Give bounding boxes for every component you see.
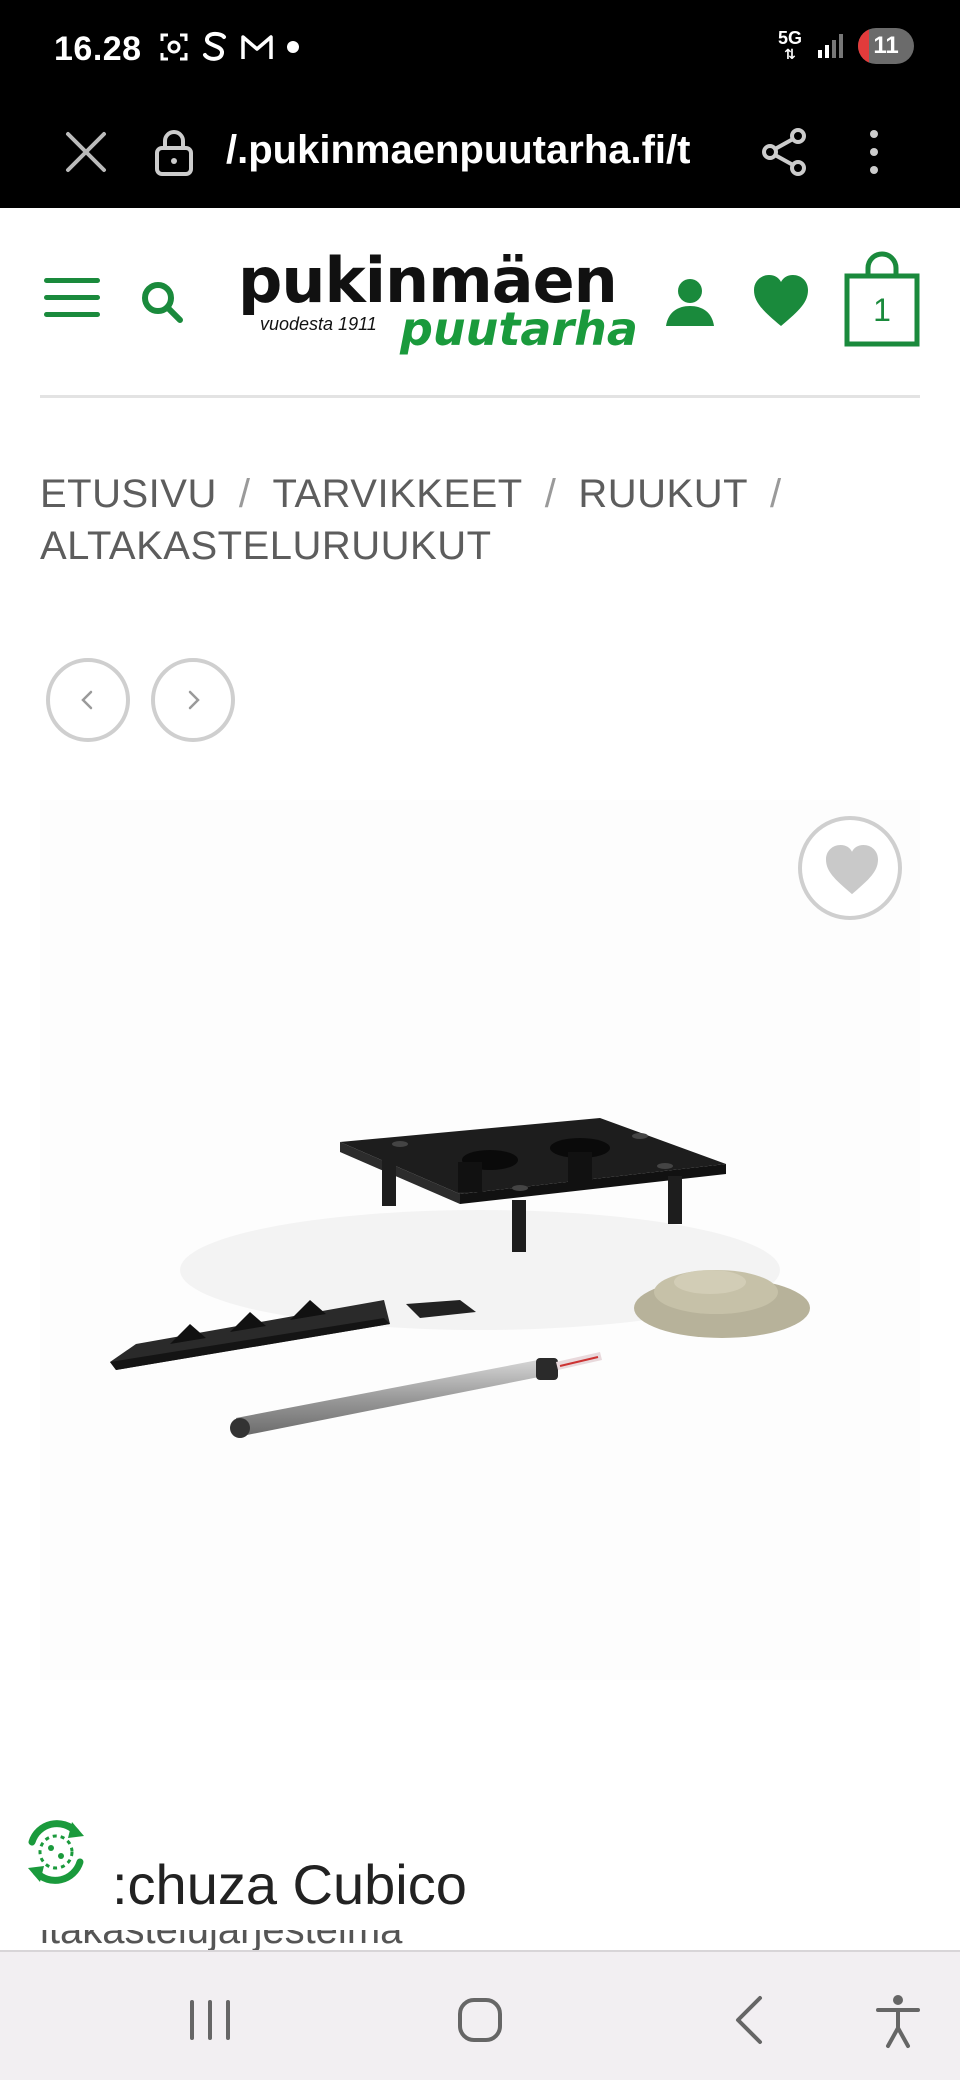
system-navigation-bar (0, 1950, 960, 2080)
breadcrumb-separator: / (770, 472, 782, 516)
dot-icon (287, 41, 299, 53)
browser-toolbar: /.pukinmaenpuutarha.fi/t (0, 104, 960, 208)
previous-product-button[interactable] (46, 658, 130, 742)
more-vert-icon[interactable] (856, 122, 892, 182)
url-field[interactable]: /.pukinmaenpuutarha.fi/t (226, 128, 714, 173)
accessibility-icon[interactable] (866, 1988, 930, 2052)
eco-recycle-icon[interactable] (16, 1812, 96, 1892)
breadcrumb-item-ruukut[interactable]: RUUKUT (578, 472, 748, 516)
status-system-icons: 5G ⇅ 11 (778, 28, 914, 64)
screenshot-icon (160, 33, 188, 61)
hamburger-icon[interactable] (44, 278, 100, 322)
heart-icon[interactable] (752, 274, 810, 328)
product-subtitle: ltakastelujärjestelmä (40, 1930, 600, 1950)
breadcrumb-separator: / (238, 472, 251, 516)
header-divider (40, 395, 920, 398)
s-icon (203, 31, 226, 61)
signal-icon (818, 34, 843, 58)
cart-count: 1 (873, 292, 891, 328)
battery-indicator: 11 (858, 28, 914, 64)
next-product-button[interactable] (151, 658, 235, 742)
back-icon[interactable] (718, 1988, 782, 2052)
lock-icon[interactable] (150, 124, 198, 180)
user-icon[interactable] (664, 276, 716, 328)
logo-since-text: vuodesta 1911 (260, 314, 377, 334)
add-to-wishlist-button[interactable] (798, 816, 902, 920)
home-icon[interactable] (448, 1988, 512, 2052)
site-header: pukinmäen vuodesta 1911 puutarha 1 (0, 208, 960, 398)
close-icon[interactable] (58, 124, 114, 180)
breadcrumb: ETUSIVU / TARVIKKEET / RUUKUT / ALTAKASTELURUU… (40, 468, 920, 572)
product-photo (110, 1118, 810, 1438)
gmail-icon (241, 35, 273, 59)
status-bar: 16.28 5G ⇅ 11 (0, 0, 960, 104)
breadcrumb-separator: / (544, 472, 557, 516)
logo-sub-text: puutarha (400, 302, 638, 356)
breadcrumb-item-altakasteluruukut[interactable]: ALTAKASTELURUUKUT (40, 524, 492, 568)
status-notification-icons (158, 30, 300, 64)
breadcrumb-item-etusivu[interactable]: ETUSIVU (40, 472, 217, 516)
product-image[interactable] (40, 800, 920, 1680)
recents-icon[interactable] (178, 1988, 242, 2052)
product-title: :chuza Cubico (112, 1853, 467, 1916)
share-icon[interactable] (754, 122, 814, 182)
chevron-left-icon (81, 690, 93, 710)
cart-button[interactable]: 1 (844, 248, 920, 348)
network-indicator: 5G ⇅ (777, 28, 802, 62)
chevron-right-icon (188, 690, 200, 710)
heart-icon (826, 844, 878, 895)
search-icon[interactable] (138, 278, 186, 326)
breadcrumb-item-tarvikkeet[interactable]: TARVIKKEET (272, 472, 522, 516)
status-time: 16.28 (54, 30, 142, 68)
site-logo[interactable]: pukinmäen vuodesta 1911 puutarha (238, 244, 638, 362)
